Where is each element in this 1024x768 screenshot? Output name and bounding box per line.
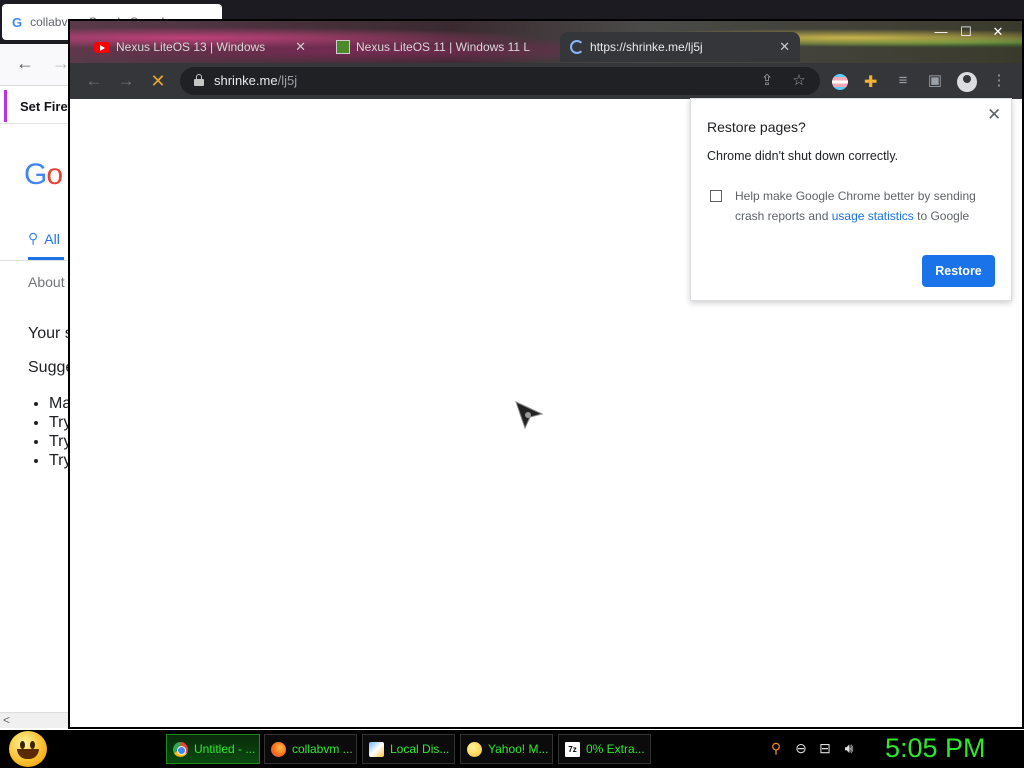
lock-icon[interactable]	[194, 74, 204, 87]
close-tab-icon[interactable]: ✕	[779, 39, 790, 55]
notice-text: Set Firef	[20, 99, 73, 114]
notice-accent	[4, 90, 7, 122]
chrome-toolbar: ← → ✕ shrinke.me/lj5j ⇪ ☆ ✚ ≡ ▣ ⋮	[70, 63, 1022, 99]
reading-list-icon[interactable]: ≡	[890, 68, 916, 94]
taskbar-item-chrome[interactable]: Untitled - ...	[166, 734, 260, 764]
back-button[interactable]: ←	[80, 67, 108, 95]
extensions-puzzle-icon[interactable]: ✚	[864, 72, 880, 91]
share-icon[interactable]: ⇪	[754, 68, 780, 94]
loading-spinner-icon	[570, 40, 584, 54]
google-logo[interactable]: Go	[24, 158, 63, 192]
youtube-icon	[94, 41, 110, 53]
close-icon[interactable]: ✕	[987, 105, 1001, 125]
url-text[interactable]: shrinke.me/lj5j	[214, 73, 297, 88]
tab-all[interactable]: ⚲ All	[28, 230, 60, 247]
back-arrow-icon[interactable]: ←	[16, 53, 34, 74]
profile-avatar-icon[interactable]	[957, 72, 977, 92]
volume-tray-icon[interactable]: 🔊︎	[840, 739, 858, 757]
usage-statistics-link[interactable]: usage statistics	[832, 209, 914, 223]
horizontal-scrollbar[interactable]: <	[0, 712, 70, 728]
google-icon: G	[12, 14, 23, 30]
about-results: About	[28, 274, 65, 290]
taskbar-clock[interactable]: 5:05 PM	[885, 733, 986, 764]
no-results-text: Your s	[28, 325, 73, 342]
nexus-icon	[336, 40, 350, 54]
side-panel-icon[interactable]: ▣	[922, 68, 948, 94]
mouse-cursor-icon	[515, 401, 544, 430]
bookmark-star-icon[interactable]: ☆	[786, 68, 812, 94]
taskbar-item-local-disk[interactable]: Local Dis...	[362, 734, 455, 764]
tab-nexus-liteos-13[interactable]: Nexus LiteOS 13 | Windows ✕	[84, 32, 316, 62]
7zip-icon: 7z	[565, 741, 580, 757]
dialog-title: Restore pages?	[707, 119, 806, 135]
taskbar-item-firefox[interactable]: collabvm ...	[264, 734, 357, 764]
restore-pages-dialog: Restore pages? ✕ Chrome didn't shut down…	[690, 98, 1012, 301]
search-tray-icon[interactable]: ⚲	[767, 739, 785, 757]
taskbar-item-7zip[interactable]: 7z 0% Extra...	[558, 734, 651, 764]
network-tray-icon[interactable]: ⊟	[816, 739, 834, 757]
chrome-title-bar[interactable]: Nexus LiteOS 13 | Windows ✕ Nexus LiteOS…	[70, 21, 1022, 63]
menu-kebab-icon[interactable]: ⋮	[986, 68, 1012, 94]
chrome-icon	[173, 741, 188, 757]
yahoo-icon	[467, 741, 482, 757]
status-tray-icon[interactable]: ⊖	[792, 739, 810, 757]
maximize-button[interactable]: ☐	[953, 23, 979, 41]
chrome-window: Nexus LiteOS 13 | Windows ✕ Nexus LiteOS…	[68, 19, 1024, 729]
close-window-button[interactable]: ✕	[985, 23, 1011, 41]
forward-button[interactable]: →	[112, 67, 140, 95]
dialog-message: Chrome didn't shut down correctly.	[707, 149, 899, 163]
search-icon: ⚲	[28, 230, 39, 246]
flag-extension-icon[interactable]	[832, 74, 848, 90]
taskbar-item-yahoo[interactable]: Yahoo! M...	[460, 734, 553, 764]
restore-button[interactable]: Restore	[922, 255, 995, 287]
minimize-button[interactable]: —	[928, 23, 954, 41]
close-tab-icon[interactable]: ✕	[295, 39, 306, 55]
crash-report-checkbox[interactable]	[710, 190, 722, 202]
scroll-left-icon[interactable]: <	[3, 713, 10, 727]
stop-loading-button[interactable]: ✕	[144, 67, 172, 95]
tab-nexus-liteos-11[interactable]: Nexus LiteOS 11 | Windows 11 L	[326, 32, 558, 62]
help-text: Help make Google Chrome better by sendin…	[735, 189, 976, 223]
start-button[interactable]	[9, 731, 47, 767]
firefox-icon	[271, 741, 286, 757]
tab-shrinke[interactable]: https://shrinke.me/lj5j ✕	[560, 32, 800, 62]
disk-icon	[369, 741, 384, 757]
address-bar[interactable]: shrinke.me/lj5j	[180, 67, 820, 95]
